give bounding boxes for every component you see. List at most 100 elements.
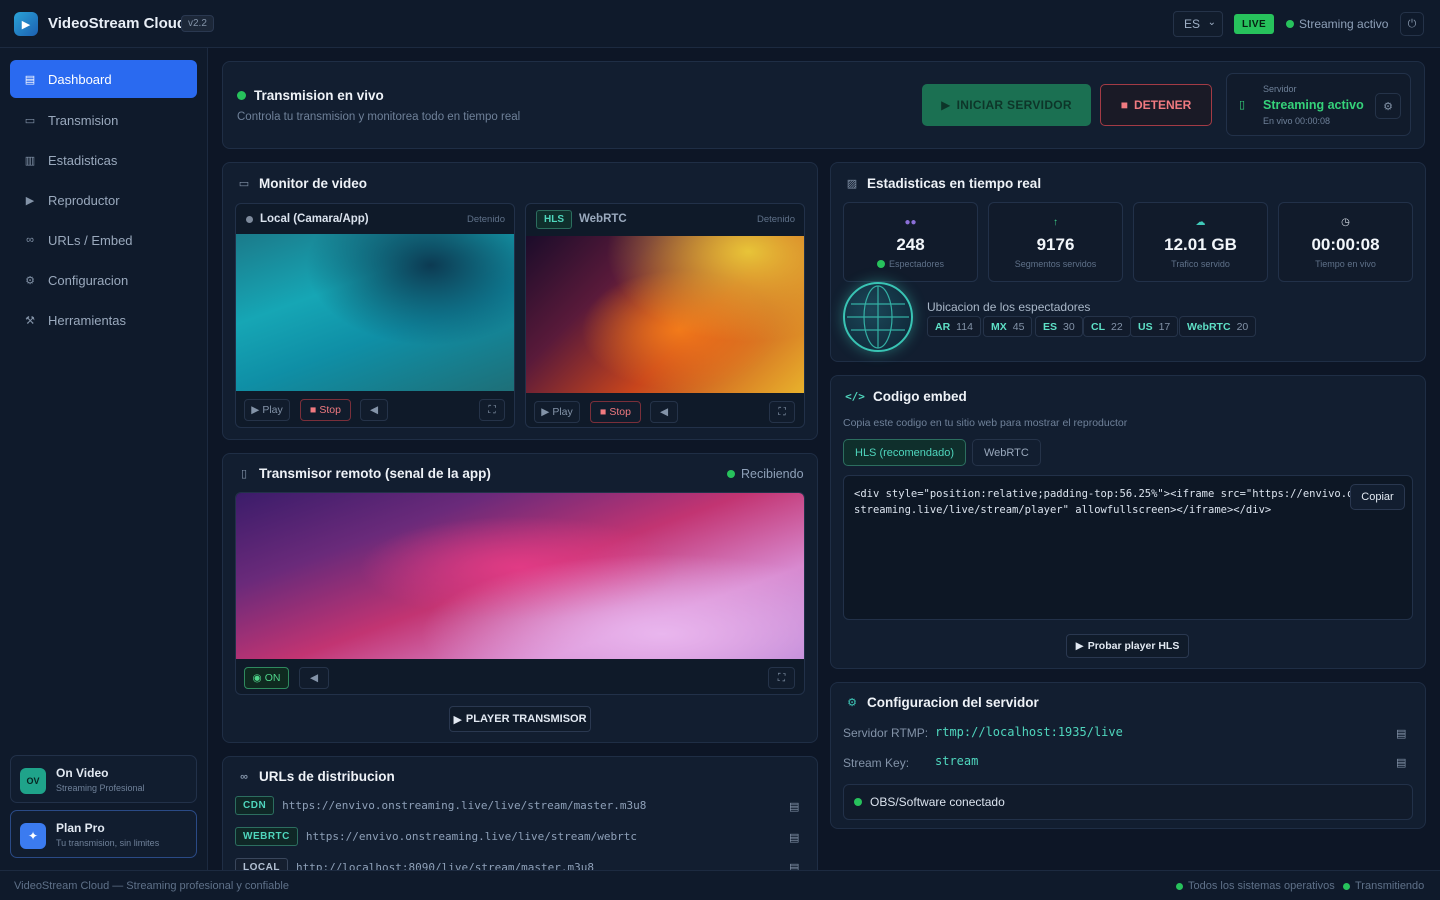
rtmp-label: Servidor RTMP: bbox=[843, 726, 929, 740]
config-title-text: Configuracion del servidor bbox=[867, 695, 1039, 710]
stats-title-text: Estadisticas en tiempo real bbox=[867, 176, 1042, 191]
embed-subtitle: Copia este codigo en tu sitio web para m… bbox=[843, 417, 1128, 429]
status-dot-icon bbox=[876, 260, 885, 268]
phone-icon: ▯ bbox=[240, 468, 248, 480]
stat-value: 9176 bbox=[1036, 235, 1075, 254]
sidebar-item-reproductor[interactable]: ▶ Reproductor bbox=[10, 181, 197, 219]
sidebar-item-estadisticas[interactable]: ▥ Estadisticas bbox=[10, 141, 197, 179]
geo-chip: WebRTC 20 bbox=[1179, 316, 1257, 337]
transmitter-status-text: Recibiendo bbox=[741, 467, 804, 481]
embed-code-box[interactable]: <div style="position:relative;padding-to… bbox=[843, 475, 1413, 620]
urls-title: ∞ URLs de distribucion bbox=[237, 769, 395, 784]
stop-icon: ■ bbox=[600, 406, 607, 418]
fullscreen-icon[interactable]: ⛶ bbox=[479, 399, 505, 421]
url-text[interactable]: https://envivo.onstreaming.live/live/str… bbox=[306, 830, 637, 843]
sidebar-item-urls[interactable]: ∞ URLs / Embed bbox=[10, 221, 197, 259]
footer: VideoStream Cloud — Streaming profesiona… bbox=[0, 870, 1440, 900]
sidebar-item-herramientas[interactable]: ⚒ Herramientas bbox=[10, 301, 197, 339]
globe-graphic bbox=[847, 285, 909, 349]
stat-card-viewers: ●● 248 Espectadores bbox=[843, 202, 978, 282]
geo-code: US bbox=[1138, 320, 1153, 333]
sidebar-item-dashboard[interactable]: ▤ Dashboard bbox=[10, 60, 197, 98]
stream-key-label: Stream Key: bbox=[843, 756, 910, 770]
mute-icon[interactable]: ◀ bbox=[360, 399, 388, 421]
brand-card[interactable]: OV On Video Streaming Profesional bbox=[10, 755, 197, 803]
footer-text: VideoStream Cloud — Streaming profesiona… bbox=[14, 880, 289, 892]
server-icon: ▯ bbox=[1239, 99, 1246, 111]
gear-icon[interactable]: ⚙ bbox=[1375, 93, 1401, 119]
monitor-title-text: Monitor de video bbox=[259, 176, 367, 191]
tab-embed-webrtc[interactable]: WebRTC bbox=[972, 439, 1041, 466]
remote-video-cell: HLS WebRTC Detenido ▶ Play ■ Stop ◀ ⛶ bbox=[525, 203, 805, 428]
start-server-button[interactable]: ▶ INICIAR SERVIDOR bbox=[922, 84, 1091, 126]
local-video-status: Detenido bbox=[466, 214, 505, 225]
stream-key-value[interactable]: stream bbox=[935, 754, 978, 768]
sidebar-item-label: Reproductor bbox=[48, 192, 120, 208]
language-select[interactable]: ES ⌄ bbox=[1173, 11, 1223, 37]
tab-embed-hls[interactable]: HLS (recomendado) bbox=[843, 439, 967, 466]
fullscreen-icon[interactable]: ⛶ bbox=[769, 401, 795, 423]
stat-value: 00:00:08 bbox=[1311, 235, 1380, 254]
page-subtitle: Controla tu transmision y monitorea todo… bbox=[237, 111, 521, 123]
remote-stop-button[interactable]: ■ Stop bbox=[590, 401, 641, 423]
local-stop-button[interactable]: ■ Stop bbox=[300, 399, 351, 421]
server-sub: En vivo 00:00:08 bbox=[1263, 116, 1331, 126]
live-badge: LIVE bbox=[1234, 14, 1275, 34]
remote-video-status: Detenido bbox=[756, 214, 795, 225]
tab-hls[interactable]: HLS bbox=[536, 209, 572, 229]
stat-label: Espectadores bbox=[844, 259, 977, 269]
avatar: OV bbox=[20, 768, 46, 794]
clipboard-icon[interactable]: ▤ bbox=[789, 800, 799, 813]
sidebar-item-label: Configuracion bbox=[48, 272, 129, 288]
geo-code: AR bbox=[935, 320, 951, 333]
transmitter-on-toggle[interactable]: ◉ ON bbox=[244, 667, 289, 689]
urls-title-text: URLs de distribucion bbox=[259, 769, 395, 784]
local-play-button[interactable]: ▶ Play bbox=[244, 399, 290, 421]
version-badge: v2.2 bbox=[181, 15, 214, 32]
copy-button[interactable]: Copiar bbox=[1350, 484, 1405, 510]
clipboard-icon[interactable]: ▤ bbox=[789, 831, 799, 844]
streaming-status-text: Streaming activo bbox=[1299, 17, 1389, 31]
geo-count: 22 bbox=[1111, 320, 1123, 333]
stop-icon: ■ bbox=[310, 404, 317, 416]
fullscreen-icon[interactable]: ⛶ bbox=[768, 667, 795, 689]
player-transmitter-button[interactable]: ▶ PLAYER TRANSMISOR bbox=[449, 706, 591, 732]
transmitter-video-frame[interactable] bbox=[236, 493, 804, 659]
local-video-frame[interactable] bbox=[236, 234, 514, 391]
tab-webrtc[interactable]: WebRTC bbox=[579, 213, 627, 225]
remote-video-frame[interactable] bbox=[526, 236, 804, 393]
clipboard-icon[interactable]: ▤ bbox=[1396, 756, 1406, 769]
start-server-label: INICIAR SERVIDOR bbox=[956, 98, 1072, 112]
sidebar-item-configuracion[interactable]: ⚙ Configuracion bbox=[10, 261, 197, 299]
play-label: Play bbox=[262, 404, 283, 416]
plan-card[interactable]: ✦ Plan Pro Tu transmision, sin limites bbox=[10, 810, 197, 858]
broadcast-icon: ▭ bbox=[24, 114, 36, 127]
stop-button[interactable]: ■ DETENER bbox=[1100, 84, 1212, 126]
local-video-header: Local (Camara/App) Detenido bbox=[236, 204, 514, 234]
geo-count: 45 bbox=[1012, 320, 1025, 333]
app-title: VideoStream Cloud bbox=[48, 15, 187, 32]
url-tag: CDN bbox=[235, 795, 275, 815]
stat-value: 12.01 GB bbox=[1164, 235, 1237, 254]
mute-icon[interactable]: ◀ bbox=[299, 667, 329, 689]
footer-status-text: Transmitiendo bbox=[1355, 880, 1425, 892]
sidebar-item-transmision[interactable]: ▭ Transmision bbox=[10, 101, 197, 139]
status-dot-icon bbox=[1343, 882, 1350, 890]
play-label: Play bbox=[552, 406, 573, 418]
remote-play-button[interactable]: ▶ Play bbox=[534, 401, 580, 423]
mute-icon[interactable]: ◀ bbox=[650, 401, 678, 423]
stat-label: Trafico servido bbox=[1171, 259, 1230, 269]
remote-video-header: HLS WebRTC Detenido bbox=[526, 204, 804, 234]
power-icon[interactable]: ⏻ bbox=[1400, 12, 1424, 36]
player-transmitter-label: PLAYER TRANSMISOR bbox=[465, 713, 587, 725]
streaming-status: Streaming activo bbox=[1286, 17, 1388, 31]
stat-card-time: ◷ 00:00:08 Tiempo en vivo bbox=[1278, 202, 1413, 282]
transmitter-status: Recibiendo bbox=[727, 467, 804, 481]
url-tag: WEBRTC bbox=[235, 826, 298, 846]
rtmp-value[interactable]: rtmp://localhost:1935/live bbox=[935, 725, 1123, 739]
plan-card-subtitle: Tu transmision, sin limites bbox=[56, 838, 160, 848]
sidebar-item-label: Dashboard bbox=[48, 71, 112, 87]
url-text[interactable]: https://envivo.onstreaming.live/live/str… bbox=[282, 799, 646, 812]
test-player-button[interactable]: ▶ Probar player HLS bbox=[1066, 634, 1189, 658]
clipboard-icon[interactable]: ▤ bbox=[1396, 727, 1406, 740]
